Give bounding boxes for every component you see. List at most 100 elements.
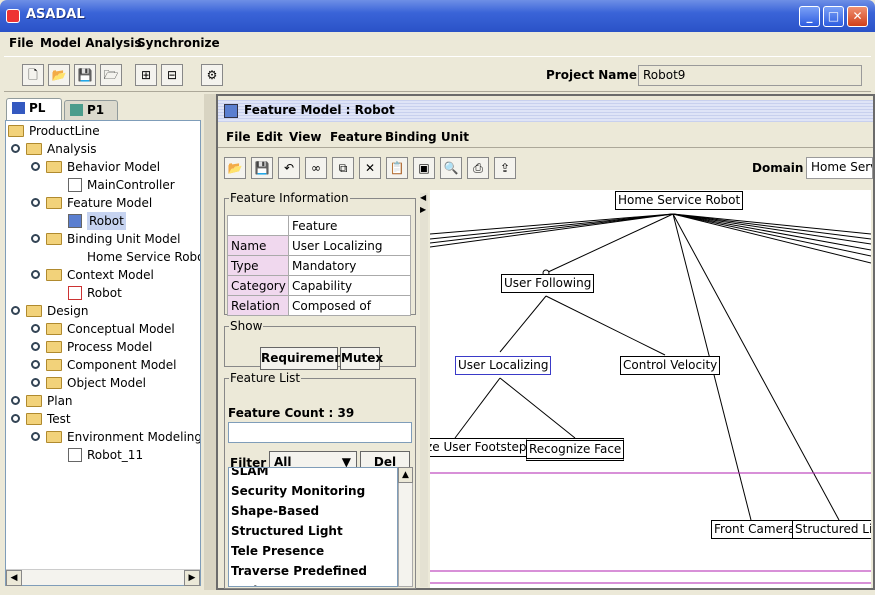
app-icon <box>6 9 20 23</box>
save-all-icon[interactable]: 🗁 <box>100 64 122 86</box>
close-button[interactable]: ✕ <box>847 6 868 27</box>
feature-diagram-canvas[interactable]: Home Service Robot User Following User L… <box>430 190 871 588</box>
feature-search-input[interactable] <box>228 422 412 443</box>
folder-icon <box>46 341 62 353</box>
collapse-left-icon[interactable]: ◀ <box>420 193 426 202</box>
window-title-bar[interactable]: ASADAL _ □ ✕ <box>0 0 875 32</box>
domain-label: Domain : <box>752 161 813 175</box>
menu-model-analysis[interactable]: Model Analysis <box>40 36 141 50</box>
expand-toggle-icon[interactable] <box>31 324 40 333</box>
inner-window-title: Feature Model : Robot <box>244 103 395 117</box>
scroll-left-icon[interactable]: ◀ <box>6 570 22 586</box>
undo-icon[interactable]: ↶ <box>278 157 300 179</box>
open-folder-icon[interactable]: 📂 <box>48 64 70 86</box>
folder-icon <box>46 359 62 371</box>
scroll-right-icon[interactable]: ▶ <box>184 570 200 586</box>
feature-information-panel: Feature Information Feature Name User Loc… <box>224 191 416 316</box>
feature-model-icon <box>68 214 82 228</box>
feature-list[interactable]: SLAM Security Monitoring Shape-Based Str… <box>228 467 398 587</box>
folder-icon <box>46 377 62 389</box>
expand-toggle-icon[interactable] <box>11 144 20 153</box>
folder-icon <box>26 305 42 317</box>
export-icon[interactable]: ⇪ <box>494 157 516 179</box>
inner-menu-view[interactable]: View <box>289 130 321 144</box>
menu-synchronize[interactable]: Synchronize <box>137 36 220 50</box>
expand-toggle-icon[interactable] <box>11 396 20 405</box>
node-user-following[interactable]: User Following <box>501 274 595 293</box>
requirement-button[interactable]: Requirement <box>260 347 349 370</box>
expand-toggle-icon[interactable] <box>31 342 40 351</box>
node-control-velocity[interactable]: Control Velocity <box>620 356 721 375</box>
copy-icon[interactable]: ⧉ <box>332 157 354 179</box>
list-icon <box>12 102 25 114</box>
config-icon[interactable]: ⚙ <box>201 64 223 86</box>
paste-icon[interactable]: 📋 <box>386 157 408 179</box>
expand-toggle-icon[interactable] <box>31 198 40 207</box>
node-structured-light[interactable]: Structured Lig <box>792 520 871 539</box>
open-folder-icon[interactable]: 📂 <box>224 157 246 179</box>
node-home-service-robot[interactable]: Home Service Robot <box>615 191 744 210</box>
node-user-footstep[interactable]: ze User Footstep <box>430 438 530 457</box>
menu-file[interactable]: File <box>9 36 34 50</box>
remove-model-icon[interactable]: ⊟ <box>161 64 183 86</box>
project-tree[interactable]: ProductLine Analysis Behavior Model Main… <box>5 120 201 586</box>
expand-toggle-icon[interactable] <box>31 432 40 441</box>
inner-menu-binding-unit[interactable]: Binding Unit <box>385 130 469 144</box>
feature-model-icon <box>224 104 238 118</box>
show-panel: Show Requirement Mutex <box>224 319 416 370</box>
save-icon[interactable]: 💾 <box>251 157 273 179</box>
main-toolbar: 🗋 📂 💾 🗁 ⊞ ⊟ ⚙ Project Name : Robot9 <box>4 56 871 92</box>
inner-title-bar[interactable]: Feature Model : Robot <box>218 100 873 122</box>
feature-info-header: Feature <box>288 215 411 236</box>
add-model-icon[interactable]: ⊞ <box>135 64 157 86</box>
inner-splitter[interactable]: ◀ ▶ <box>420 193 428 587</box>
inner-menu-bar: File Edit View Feature Binding Unit <box>218 126 873 148</box>
node-front-camera[interactable]: Front Camera <box>711 520 799 539</box>
scroll-up-icon[interactable]: ▲ <box>398 467 413 483</box>
expand-right-icon[interactable]: ▶ <box>420 205 426 214</box>
tab-p1[interactable]: P1 <box>64 100 118 120</box>
print-preview-icon[interactable]: 🔍 <box>440 157 462 179</box>
expand-toggle-icon[interactable] <box>31 378 40 387</box>
minimize-button[interactable]: _ <box>799 6 820 27</box>
feature-list-scrollbar[interactable]: ▲ <box>398 467 413 587</box>
expand-toggle-icon[interactable] <box>31 234 40 243</box>
expand-toggle-icon[interactable] <box>11 306 20 315</box>
folder-icon <box>26 395 42 407</box>
list-item[interactable]: Tele Presence <box>229 541 397 561</box>
tab-pl[interactable]: PL <box>6 98 62 120</box>
inner-menu-file[interactable]: File <box>226 130 251 144</box>
expand-toggle-icon[interactable] <box>31 360 40 369</box>
feature-information-legend: Feature Information <box>230 191 349 205</box>
list-item[interactable]: Security Monitoring <box>229 481 397 501</box>
inner-menu-edit[interactable]: Edit <box>256 130 283 144</box>
link-icon[interactable]: ∞ <box>305 157 327 179</box>
feature-information-table: Feature Name User Localizing Type Mandator… <box>227 215 411 316</box>
fit-view-icon[interactable]: ▣ <box>413 157 435 179</box>
list-item[interactable]: SLAM <box>229 468 397 481</box>
show-legend: Show <box>230 319 263 333</box>
tree-horizontal-scrollbar[interactable]: ◀ ▶ <box>6 569 200 586</box>
domain-field[interactable]: Home Servi <box>806 157 873 179</box>
delete-icon[interactable]: ✕ <box>359 157 381 179</box>
mutex-button[interactable]: Mutex <box>340 347 383 370</box>
feature-list-legend: Feature List <box>230 371 301 385</box>
save-icon[interactable]: 💾 <box>74 64 96 86</box>
list-item[interactable]: Shape-Based <box>229 501 397 521</box>
node-recognize-face[interactable]: Recognize Face <box>526 438 625 461</box>
new-file-icon[interactable]: 🗋 <box>22 64 44 86</box>
expand-toggle-icon[interactable] <box>31 270 40 279</box>
feature-count: Feature Count : 39 <box>228 406 355 420</box>
inner-menu-feature[interactable]: Feature <box>330 130 382 144</box>
expand-toggle-icon[interactable] <box>31 162 40 171</box>
folder-icon <box>46 233 62 245</box>
print-icon[interactable]: ⎙ <box>467 157 489 179</box>
list-item[interactable]: Structured Light <box>229 521 397 541</box>
pane-splitter[interactable] <box>204 94 216 590</box>
maximize-button[interactable]: □ <box>823 6 844 27</box>
expand-toggle-icon[interactable] <box>11 414 20 423</box>
project-name-field[interactable]: Robot9 <box>638 65 862 86</box>
folder-icon <box>8 125 24 137</box>
node-user-localizing[interactable]: User Localizing <box>455 356 552 375</box>
list-item[interactable]: Traverse Predefined Path <box>229 561 397 586</box>
